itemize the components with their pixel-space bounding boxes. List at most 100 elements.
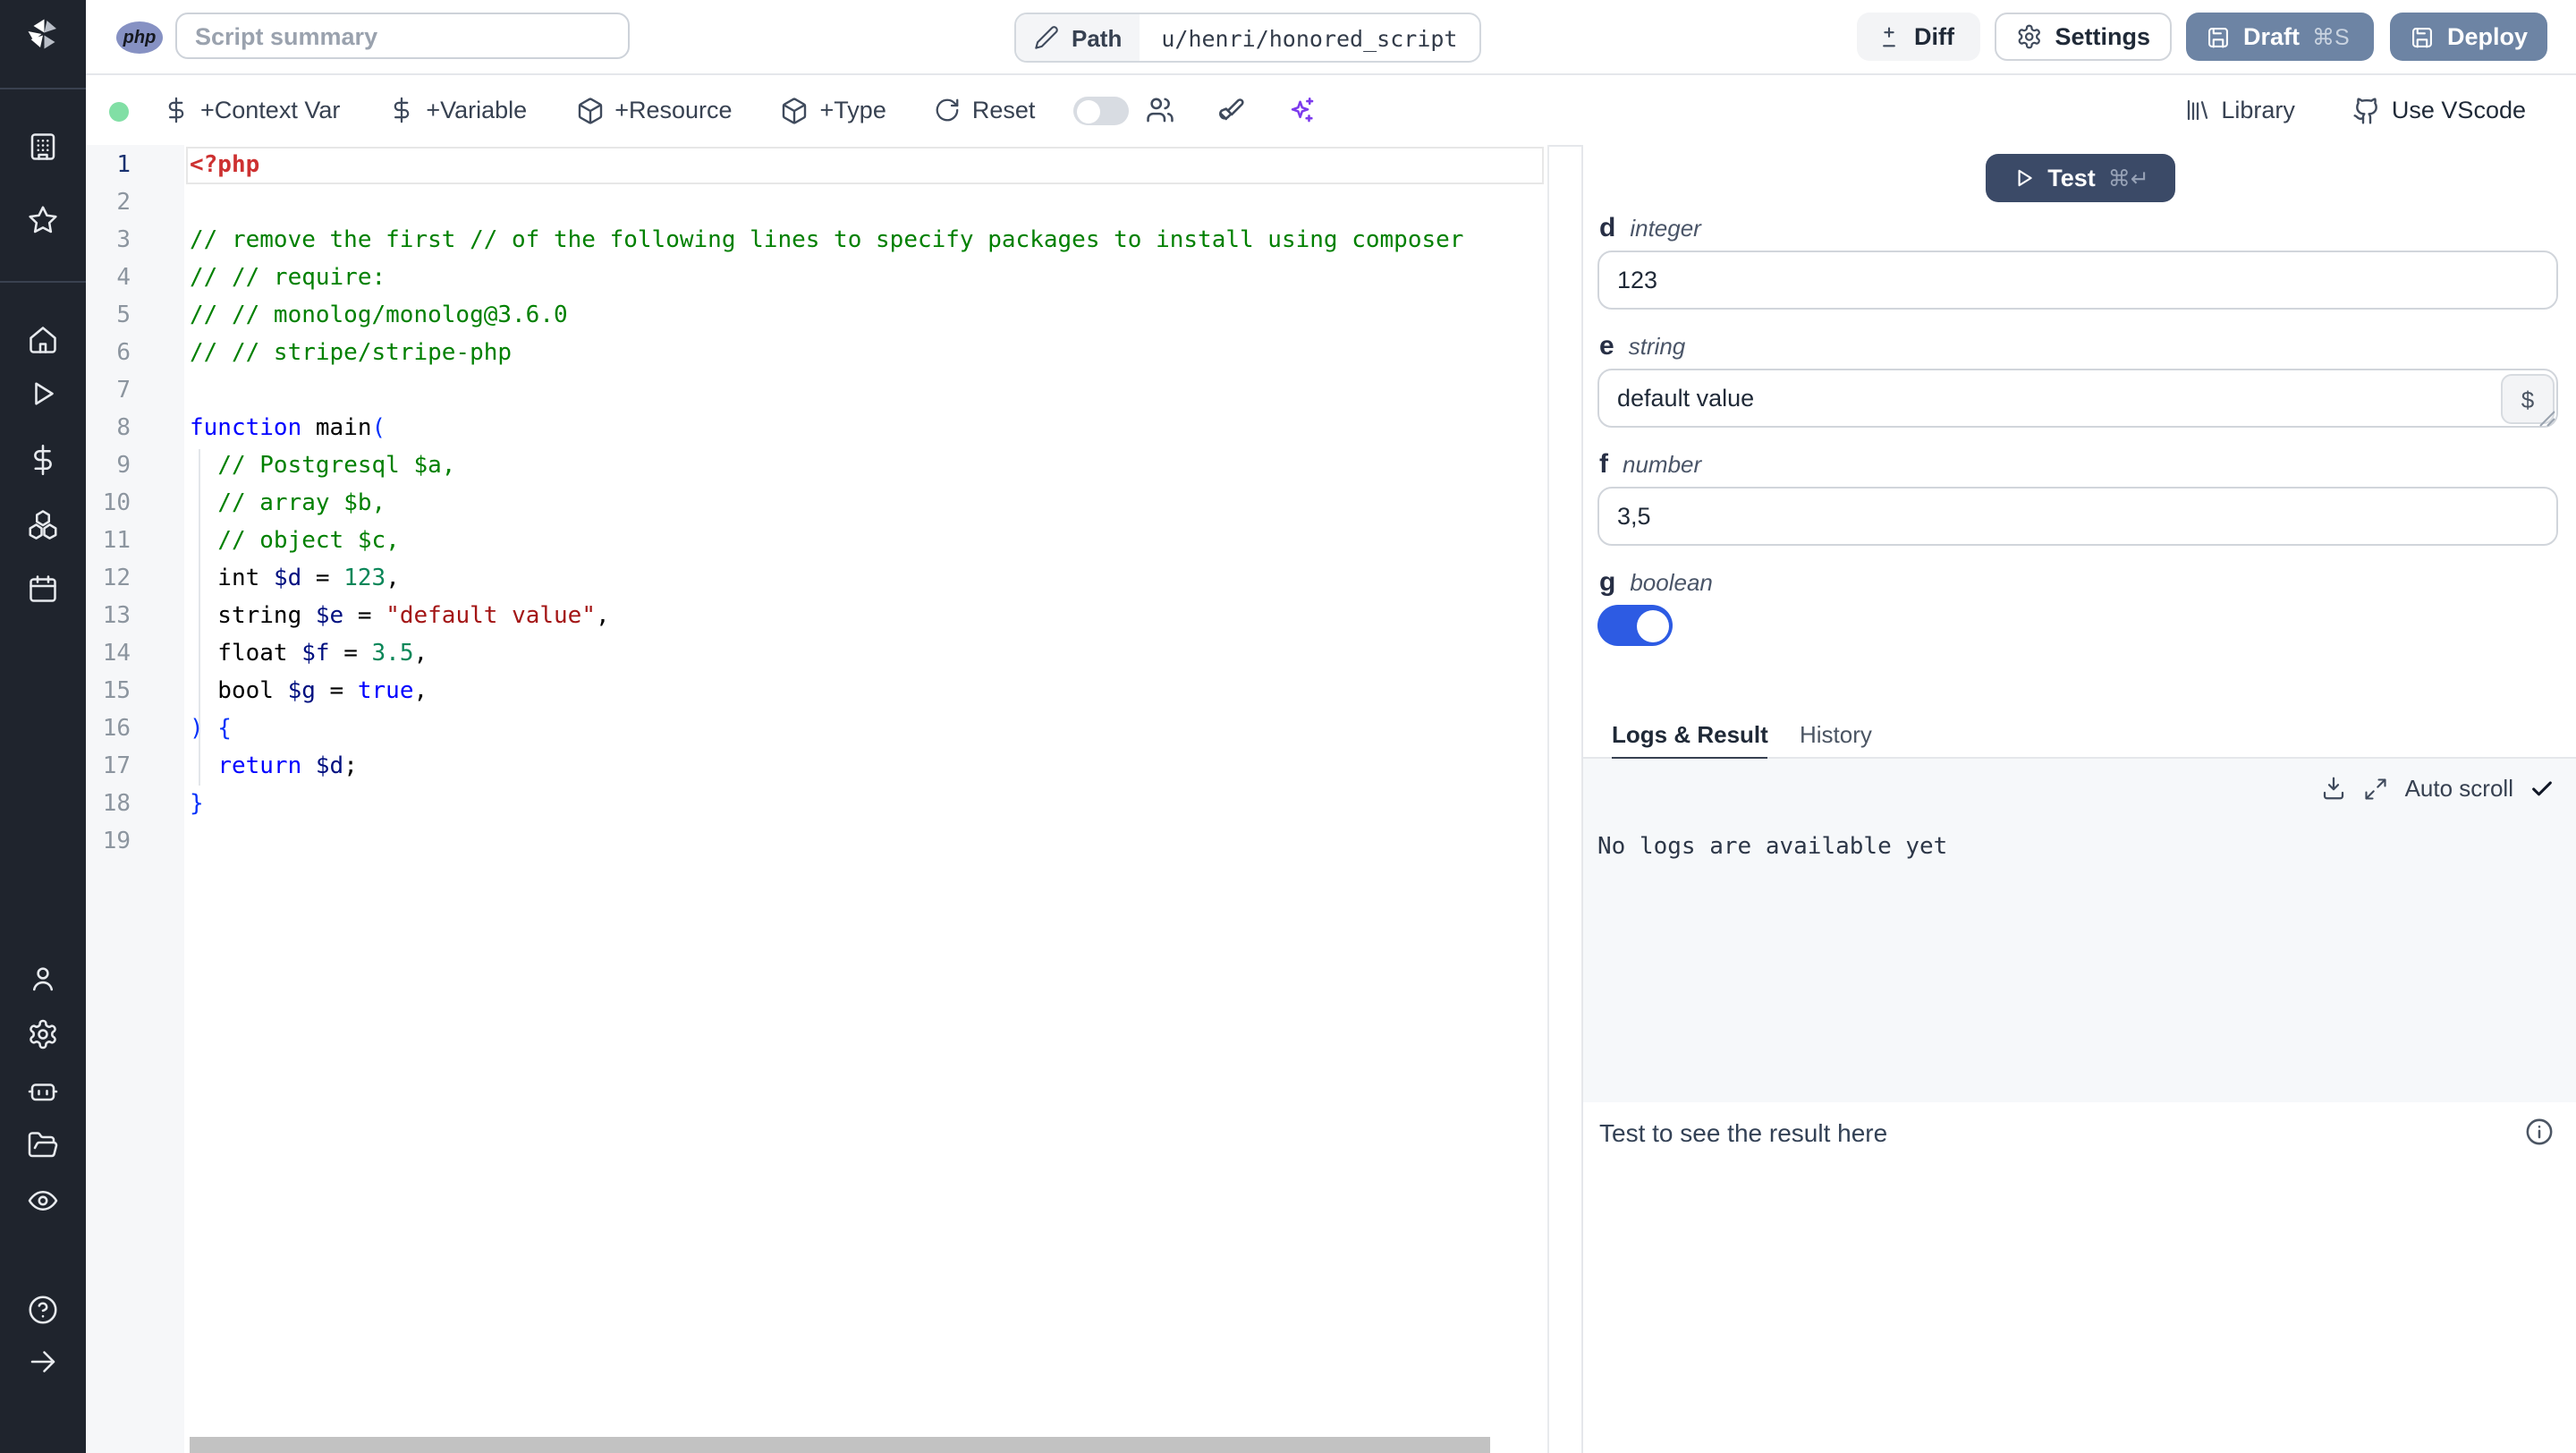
logs-empty-message: No logs are available yet — [1597, 834, 1948, 861]
github-icon — [2353, 97, 2377, 123]
add-context-var-button[interactable]: +Context Var — [163, 97, 340, 123]
add-type-button[interactable]: +Type — [781, 96, 886, 124]
test-shortcut: ⌘↵ — [2107, 166, 2149, 191]
format-brush-icon[interactable] — [1215, 95, 1245, 125]
field-input-f[interactable] — [1597, 487, 2558, 546]
code-line[interactable]: 6// // stripe/stripe-php — [86, 335, 1547, 372]
code-line[interactable]: 17 return $d; — [86, 748, 1547, 786]
code-line[interactable]: 14 float $f = 3.5, — [86, 635, 1547, 673]
line-number: 3 — [116, 227, 131, 254]
code-line[interactable]: 19 — [86, 823, 1547, 861]
folders-icon[interactable] — [27, 1129, 59, 1161]
dollar-icon — [394, 97, 410, 123]
library-button[interactable]: Library — [2183, 97, 2295, 123]
settings-gear-icon[interactable] — [27, 1018, 59, 1050]
line-number: 5 — [116, 302, 131, 329]
draft-shortcut: ⌘S — [2312, 25, 2350, 50]
code-line[interactable]: 4// // require: — [86, 259, 1547, 297]
tab-logs-result[interactable]: Logs & Result — [1612, 710, 1768, 760]
horizontal-scrollbar[interactable] — [190, 1437, 1490, 1453]
code-line[interactable]: 1 <?php — [86, 147, 1547, 184]
php-language-badge: php — [116, 21, 163, 54]
collaborators-icon[interactable] — [1145, 95, 1175, 125]
toggle-knob — [1636, 609, 1668, 642]
right-panel: Test ⌘↵ d integer e string default value… — [1581, 145, 2576, 1453]
code-line[interactable]: 18} — [86, 786, 1547, 823]
expand-sidebar-arrow-icon[interactable] — [27, 1346, 59, 1378]
resize-handle-icon[interactable] — [2538, 410, 2556, 428]
multiplayer-toggle[interactable] — [1073, 97, 1129, 125]
code-line[interactable]: 11 // object $c, — [86, 523, 1547, 560]
line-number: 4 — [116, 265, 131, 292]
gear-icon — [2018, 24, 2040, 49]
draft-button[interactable]: Draft ⌘S — [2186, 13, 2374, 61]
deploy-button[interactable]: Deploy — [2390, 13, 2547, 61]
draft-label: Draft — [2243, 23, 2301, 50]
variables-dollar-icon[interactable] — [27, 444, 59, 476]
code-line[interactable]: 2 — [86, 184, 1547, 222]
code-line[interactable]: 3// remove the first // of the following… — [86, 222, 1547, 259]
use-vscode-button[interactable]: Use VScode — [2352, 96, 2526, 124]
code-line[interactable]: 5// // monolog/monolog@3.6.0 — [86, 297, 1547, 335]
ai-sparkles-icon[interactable] — [1286, 95, 1317, 125]
auto-scroll-label[interactable]: Auto scroll — [2405, 775, 2513, 802]
field-label-d: d integer — [1599, 213, 1701, 243]
resources-cubes-icon[interactable] — [27, 508, 59, 540]
sidebar — [0, 0, 86, 1453]
code-line[interactable]: 12 int $d = 123, — [86, 560, 1547, 598]
audit-logs-eye-icon[interactable] — [27, 1185, 59, 1217]
line-number: 13 — [102, 603, 131, 630]
expand-logs-icon[interactable] — [2364, 776, 2389, 801]
code-line[interactable]: 7 — [86, 372, 1547, 410]
code-line[interactable]: 13 string $e = "default value", — [86, 598, 1547, 635]
script-summary-input[interactable] — [175, 13, 630, 59]
line-number: 14 — [102, 641, 131, 667]
code-line[interactable]: 10 // array $b, — [86, 485, 1547, 523]
field-input-d[interactable] — [1597, 251, 2558, 310]
field-label-g: g boolean — [1599, 567, 1713, 598]
reset-label: Reset — [971, 97, 1036, 123]
runs-play-icon[interactable] — [27, 378, 59, 410]
settings-button[interactable]: Settings — [1995, 13, 2172, 61]
test-button[interactable]: Test ⌘↵ — [1986, 154, 2175, 202]
user-icon[interactable] — [27, 963, 59, 995]
field-toggle-g[interactable] — [1597, 605, 1673, 646]
line-number: 1 — [116, 152, 131, 179]
line-number: 19 — [102, 828, 131, 855]
add-variable-button[interactable]: +Variable — [388, 97, 527, 123]
code-line[interactable]: 16) { — [86, 710, 1547, 748]
field-name: e — [1599, 331, 1614, 361]
favorites-star-icon[interactable] — [27, 204, 59, 236]
download-logs-icon[interactable] — [2321, 775, 2348, 802]
help-icon[interactable] — [27, 1294, 59, 1326]
workers-robot-icon[interactable] — [27, 1075, 59, 1108]
path-button[interactable]: Path u/henri/honored_script — [1014, 13, 1481, 63]
sidebar-divider — [0, 281, 86, 283]
settings-label: Settings — [2055, 23, 2150, 50]
tab-history[interactable]: History — [1800, 710, 1872, 757]
diff-button[interactable]: Diff — [1857, 13, 1980, 61]
home-icon[interactable] — [27, 324, 59, 356]
info-icon[interactable] — [2524, 1117, 2555, 1147]
field-type: string — [1628, 333, 1686, 360]
diff-icon — [1883, 26, 1895, 47]
play-icon — [2017, 169, 2031, 187]
code-line[interactable]: 8 function main( — [86, 410, 1547, 447]
code-line[interactable]: 9 // Postgresql $a, — [86, 447, 1547, 485]
reset-button[interactable]: Reset — [935, 97, 1036, 123]
line-number: 6 — [116, 340, 131, 367]
library-icon — [2187, 99, 2207, 121]
add-resource-button[interactable]: +Resource — [575, 96, 733, 124]
auto-scroll-check-icon[interactable] — [2529, 776, 2555, 801]
schedules-calendar-icon[interactable] — [27, 573, 59, 605]
workspace-icon[interactable] — [27, 131, 59, 163]
editor-toolbar: +Context Var +Variable +Resource +Type R… — [86, 75, 2576, 147]
code-editor[interactable]: 1 <?php 2 3// remove the first // of the fo… — [86, 145, 1549, 1453]
add-resource-label: +Resource — [614, 97, 733, 123]
add-type-label: +Type — [819, 97, 886, 123]
field-input-e[interactable]: default value — [1597, 369, 2558, 428]
toggle-knob — [1076, 99, 1099, 123]
windmill-logo-icon[interactable] — [27, 18, 59, 50]
result-placeholder: Test to see the result here — [1599, 1118, 1888, 1147]
code-line[interactable]: 15 bool $g = true, — [86, 673, 1547, 710]
